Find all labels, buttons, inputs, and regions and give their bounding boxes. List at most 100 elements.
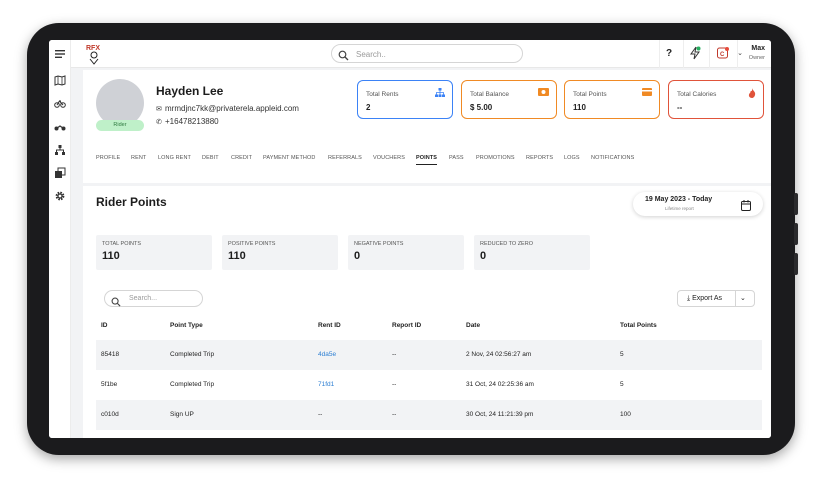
chevron-down-icon[interactable]: ⌄ — [737, 49, 743, 57]
app-screen: RFX Search.. ? C ⌄ Max Owner Rider Hayde… — [49, 40, 771, 438]
points-panel: Rider Points 19 May 2023 - Today Lifetim… — [83, 186, 771, 438]
scooter-icon[interactable] — [54, 120, 66, 132]
kpi-positive-points: POSITIVE POINTS 110 — [222, 235, 338, 270]
cell-report-id: -- — [392, 381, 397, 388]
kpi-label: TOTAL POINTS — [102, 241, 142, 247]
export-button[interactable]: ⤓ Export As ⌄ — [677, 290, 755, 307]
cell-point-type: Completed Trip — [170, 381, 215, 388]
table-row[interactable]: 85418 Completed Trip 4da5e -- 2 Nov, 24 … — [96, 340, 762, 370]
calendar-icon[interactable] — [741, 198, 751, 211]
cell-rent-id-link[interactable]: 71fd1 — [318, 381, 334, 388]
phone-icon: ✆ — [156, 119, 162, 126]
help-icon[interactable]: ? — [661, 46, 677, 62]
cell-point-type: Completed Trip — [170, 351, 215, 358]
tab-reports[interactable]: REPORTS — [526, 155, 553, 161]
stat-label: Total Rents — [366, 91, 399, 98]
chevron-down-icon[interactable]: ⌄ — [740, 294, 746, 302]
kpi-label: POSITIVE POINTS — [228, 241, 276, 247]
table-row[interactable]: c010d Sign UP -- -- 30 Oct, 24 11:21:39 … — [96, 400, 762, 430]
cell-total-points: 5 — [620, 381, 624, 388]
notification-icon[interactable]: C — [715, 46, 731, 62]
tab-profile[interactable]: PROFILE — [96, 155, 120, 161]
menu-icon[interactable] — [54, 48, 66, 60]
stat-card-total-calories: Total Calories -- — [668, 80, 764, 119]
bicycle-icon[interactable] — [54, 97, 66, 109]
mail-icon: ✉ — [156, 106, 162, 113]
cell-date: 2 Nov, 24 02:56:27 am — [466, 351, 532, 358]
cell-total-points: 5 — [620, 351, 624, 358]
search-icon — [338, 48, 349, 61]
stat-label: Total Calories — [677, 91, 717, 98]
search-input[interactable]: Search.. — [356, 50, 386, 59]
sitemap-icon — [435, 88, 445, 99]
side-button — [794, 193, 798, 215]
profile-email-line: ✉ mrmdjnc7kk@privaterela.appleid.com — [156, 104, 299, 113]
profile-card: Rider Hayden Lee ✉ mrmdjnc7kk@privaterela… — [83, 70, 771, 183]
column-header-id[interactable]: ID — [101, 322, 108, 329]
tab-logs[interactable]: LOGS — [564, 155, 580, 161]
profile-name: Hayden Lee — [156, 84, 224, 98]
cell-date: 30 Oct, 24 11:21:39 pm — [466, 411, 534, 418]
table-row[interactable]: 5f1be Completed Trip 71fd1 -- 31 Oct, 24… — [96, 370, 762, 400]
column-header-total-points[interactable]: Total Points — [620, 322, 657, 329]
cell-point-type: Sign UP — [170, 411, 194, 418]
date-subtitle: Lifetime report — [665, 206, 694, 211]
stat-card-total-rents: Total Rents 2 — [357, 80, 453, 119]
profile-phone: +16478213880 — [165, 117, 219, 126]
svg-text:C: C — [720, 52, 725, 58]
flame-icon — [748, 88, 756, 100]
tab-long-rent[interactable]: LONG RENT — [158, 155, 191, 161]
active-tab-indicator — [416, 164, 437, 165]
gear-icon[interactable] — [54, 190, 66, 202]
tab-payment-method[interactable]: PAYMENT METHOD — [263, 155, 315, 161]
cell-id: c010d — [101, 411, 119, 418]
tab-notifications[interactable]: NOTIFICATIONS — [591, 155, 634, 161]
column-header-date[interactable]: Date — [466, 322, 480, 329]
search-icon — [111, 294, 121, 307]
stat-label: Total Points — [573, 91, 607, 98]
cell-id: 85418 — [101, 351, 120, 358]
hierarchy-icon[interactable] — [54, 144, 66, 156]
date-range-picker[interactable]: 19 May 2023 - Today Lifetime report — [633, 192, 763, 216]
kpi-label: NEGATIVE POINTS — [354, 241, 404, 247]
tab-promotions[interactable]: PROMOTIONS — [476, 155, 515, 161]
role-badge: Rider — [96, 120, 144, 131]
cell-date: 31 Oct, 24 02:25:36 am — [466, 381, 534, 388]
tab-rent[interactable]: RENT — [131, 155, 146, 161]
user-name[interactable]: Max — [751, 45, 765, 52]
global-search[interactable]: Search.. — [331, 44, 523, 63]
table-search-input[interactable]: Search... — [129, 295, 157, 302]
column-header-report-id[interactable]: Report ID — [392, 322, 421, 329]
stat-value: 110 — [573, 103, 586, 112]
brand-logo[interactable]: RFX — [85, 42, 103, 66]
table-search[interactable]: Search... — [104, 290, 203, 307]
lightning-icon[interactable] — [687, 46, 703, 62]
stat-value: 2 — [366, 103, 371, 112]
cell-rent-id: -- — [318, 411, 323, 418]
card-icon — [642, 88, 652, 98]
tab-points[interactable]: POINTS — [416, 155, 437, 161]
divider — [735, 291, 736, 306]
tab-debit[interactable]: DEBIT — [202, 155, 219, 161]
divider — [659, 40, 660, 68]
tab-vouchers[interactable]: VOUCHERS — [373, 155, 405, 161]
stat-value: $ 5.00 — [470, 103, 493, 112]
tab-referrals[interactable]: REFERRALS — [328, 155, 362, 161]
kpi-reduced-to-zero: REDUCED TO ZERO 0 — [474, 235, 590, 270]
cell-report-id: -- — [392, 411, 397, 418]
download-icon: ⤓ — [687, 295, 691, 302]
column-header-point-type[interactable]: Point Type — [170, 322, 203, 329]
side-button — [794, 223, 798, 245]
cell-total-points: 100 — [620, 411, 631, 418]
stat-label: Total Balance — [470, 91, 510, 98]
tab-pass[interactable]: PASS — [449, 155, 464, 161]
kpi-value: 110 — [228, 250, 246, 262]
tab-credit[interactable]: CREDIT — [231, 155, 252, 161]
column-header-rent-id[interactable]: Rent ID — [318, 322, 341, 329]
side-button — [794, 253, 798, 275]
divider — [683, 40, 684, 68]
kpi-value: 0 — [354, 250, 361, 262]
layers-icon[interactable] — [54, 167, 66, 179]
map-icon[interactable] — [54, 74, 66, 86]
cell-rent-id-link[interactable]: 4da5e — [318, 351, 336, 358]
